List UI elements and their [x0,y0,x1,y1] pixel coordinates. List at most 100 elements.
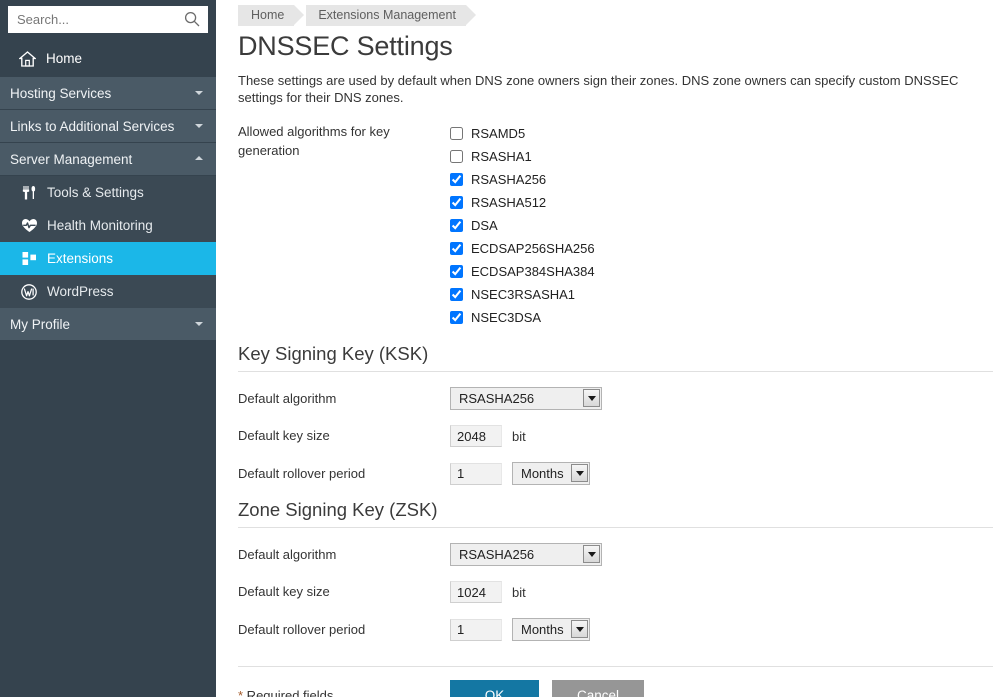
zsk-key-size-input[interactable] [450,581,502,603]
ksk-key-size-unit: bit [512,429,526,444]
zsk-key-size-label: Default key size [238,581,450,603]
wordpress-icon [18,283,40,301]
sidebar-item-home[interactable]: Home [0,40,216,77]
sidebar-item-extensions[interactable]: Extensions [0,242,216,275]
zsk-rollover-label: Default rollover period [238,619,450,641]
home-icon [17,50,37,68]
zsk-key-size-row: Default key size bit [238,581,993,603]
tools-icon [18,184,40,202]
zsk-rollover-input[interactable] [450,619,502,641]
sidebar-submenu-server-management: Tools & Settings Health Monitoring [0,176,216,308]
checkbox-rsasha512[interactable] [450,196,463,209]
sidebar: Home Hosting Services Links to Additiona… [0,0,216,697]
checkbox-rsasha256[interactable] [450,173,463,186]
breadcrumb: Home Extensions Management [238,0,993,23]
checkbox-label[interactable]: NSEC3RSASHA1 [471,287,575,302]
sidebar-group-server-management[interactable]: Server Management [0,143,216,176]
sidebar-item-health-monitoring[interactable]: Health Monitoring [0,209,216,242]
search-input[interactable] [8,6,208,33]
checkbox-row[interactable]: DSA [450,214,993,237]
sidebar-group-hosting-services[interactable]: Hosting Services [0,77,216,110]
zsk-algorithm-select[interactable]: RSASHA256 [450,543,602,566]
sidebar-group-label: Links to Additional Services [10,119,174,134]
sidebar-group-label: Hosting Services [10,86,111,101]
main-content: Home Extensions Management DNSSEC Settin… [216,0,1007,697]
sidebar-item-label: Home [46,51,82,66]
zsk-rollover-unit-select[interactable]: Months [512,618,590,641]
zsk-key-size-unit: bit [512,585,526,600]
sidebar-group-label: Server Management [10,152,132,167]
ksk-algorithm-select-wrap: RSASHA256 [450,387,602,410]
app-root: Home Hosting Services Links to Additiona… [0,0,1007,697]
ksk-rollover-unit-select-wrap: Months [512,462,590,485]
chevron-down-icon [195,124,203,128]
checkbox-label[interactable]: RSASHA512 [471,195,546,210]
checkbox-row[interactable]: RSASHA1 [450,145,993,168]
checkbox-label[interactable]: RSAMD5 [471,126,525,141]
checkbox-label[interactable]: RSASHA1 [471,149,532,164]
extensions-icon [18,250,40,268]
zsk-rollover-unit-select-wrap: Months [512,618,590,641]
zsk-algorithm-label: Default algorithm [238,544,450,566]
checkbox-label[interactable]: ECDSAP256SHA256 [471,241,595,256]
cancel-button[interactable]: Cancel [552,680,644,697]
sidebar-item-label: Tools & Settings [47,185,144,200]
ksk-algorithm-select[interactable]: RSASHA256 [450,387,602,410]
sidebar-item-label: Health Monitoring [47,218,153,233]
checkbox-label[interactable]: NSEC3DSA [471,310,541,325]
checkbox-label[interactable]: ECDSAP384SHA384 [471,264,595,279]
allowed-algorithms-checkbox-list: RSAMD5 RSASHA1 RSASHA256 RSASHA512 [450,122,993,329]
sidebar-item-tools-and-settings[interactable]: Tools & Settings [0,176,216,209]
section-title-zsk: Zone Signing Key (ZSK) [238,499,993,528]
chevron-down-icon [195,322,203,326]
sidebar-item-label: Extensions [47,251,113,266]
breadcrumb-label: Home [251,8,284,22]
checkbox-rsasha1[interactable] [450,150,463,163]
checkbox-row[interactable]: RSAMD5 [450,122,993,145]
sidebar-search [0,0,216,40]
section-title-ksk: Key Signing Key (KSK) [238,343,993,372]
form-footer: * Required fields OK Cancel [238,666,993,697]
ksk-rollover-label: Default rollover period [238,463,450,485]
breadcrumb-item-extensions-management[interactable]: Extensions Management [306,5,466,26]
checkbox-ecdsap384sha384[interactable] [450,265,463,278]
checkbox-row[interactable]: RSASHA256 [450,168,993,191]
sidebar-group-links-to-additional-services[interactable]: Links to Additional Services [0,110,216,143]
heart-pulse-icon [18,217,40,235]
breadcrumb-label: Extensions Management [318,8,456,22]
ok-button[interactable]: OK [450,680,539,697]
sidebar-item-label: WordPress [47,284,114,299]
checkbox-row[interactable]: ECDSAP256SHA256 [450,237,993,260]
sidebar-item-wordpress[interactable]: WordPress [0,275,216,308]
page-description: These settings are used by default when … [238,72,993,106]
checkbox-nsec3dsa[interactable] [450,311,463,324]
zsk-algorithm-row: Default algorithm RSASHA256 [238,543,993,566]
checkbox-rsamd5[interactable] [450,127,463,140]
checkbox-row[interactable]: NSEC3DSA [450,306,993,329]
ksk-rollover-input[interactable] [450,463,502,485]
zsk-algorithm-select-wrap: RSASHA256 [450,543,602,566]
sidebar-group-my-profile[interactable]: My Profile [0,308,216,341]
ksk-algorithm-row: Default algorithm RSASHA256 [238,387,993,410]
required-fields-note: * Required fields [238,688,450,697]
zsk-rollover-row: Default rollover period Months [238,618,993,641]
ksk-key-size-label: Default key size [238,425,450,447]
breadcrumb-item-home[interactable]: Home [238,5,294,26]
checkbox-row[interactable]: RSASHA512 [450,191,993,214]
checkbox-label[interactable]: RSASHA256 [471,172,546,187]
ksk-rollover-unit-select[interactable]: Months [512,462,590,485]
search-box[interactable] [8,6,208,33]
checkbox-row[interactable]: NSEC3RSASHA1 [450,283,993,306]
allowed-algorithms-row: Allowed algorithms for key generation RS… [238,122,993,329]
checkbox-label[interactable]: DSA [471,218,498,233]
page-title: DNSSEC Settings [238,31,993,62]
allowed-algorithms-label: Allowed algorithms for key generation [238,122,450,160]
ksk-algorithm-label: Default algorithm [238,388,450,410]
checkbox-row[interactable]: ECDSAP384SHA384 [450,260,993,283]
checkbox-ecdsap256sha256[interactable] [450,242,463,255]
checkbox-nsec3rsasha1[interactable] [450,288,463,301]
ksk-key-size-input[interactable] [450,425,502,447]
chevron-down-icon [195,91,203,95]
ksk-key-size-row: Default key size bit [238,425,993,447]
checkbox-dsa[interactable] [450,219,463,232]
